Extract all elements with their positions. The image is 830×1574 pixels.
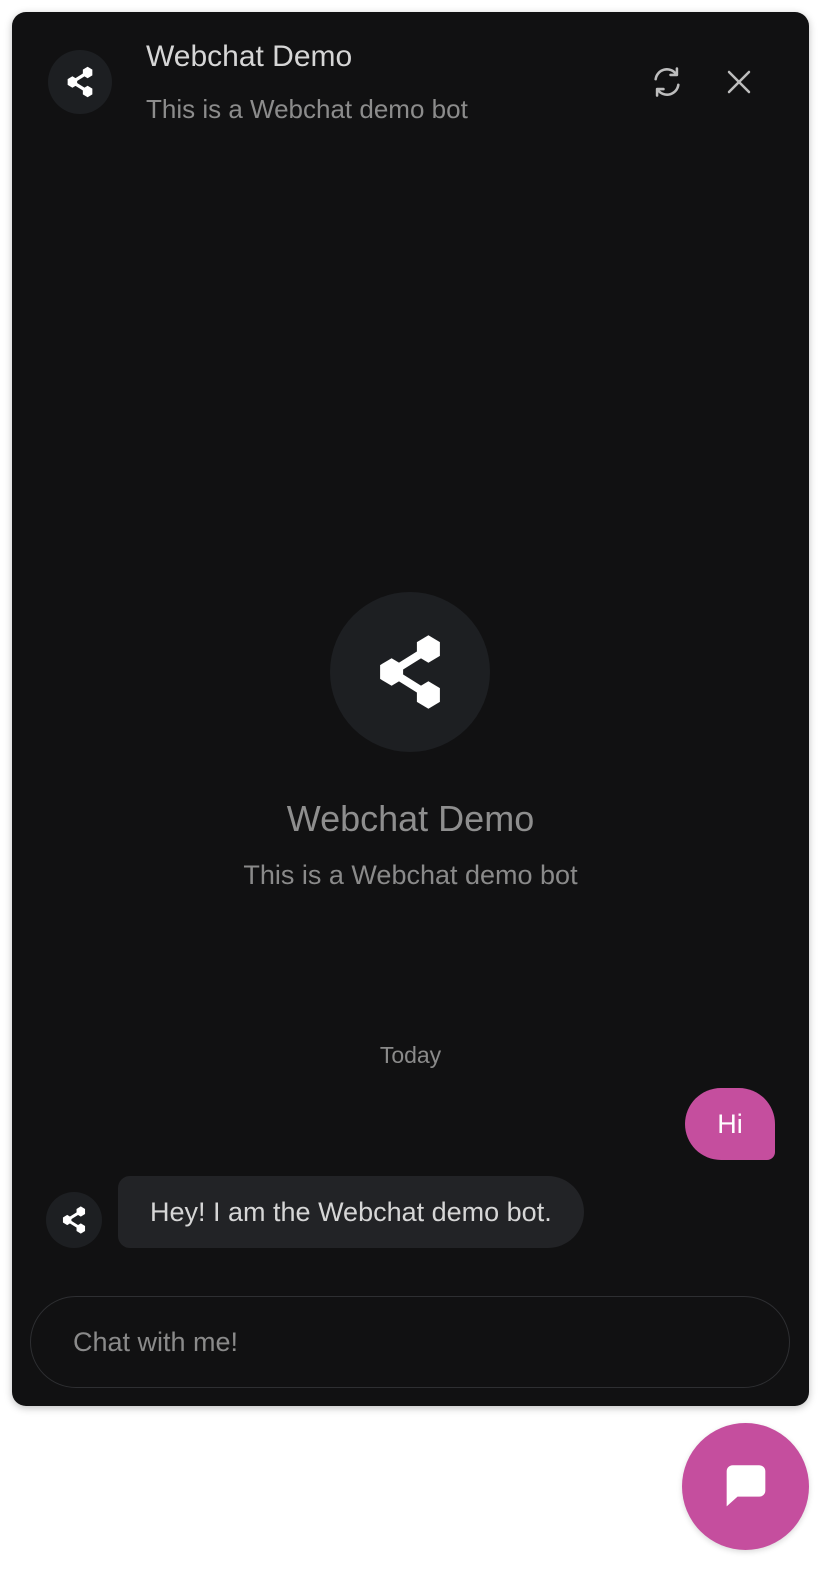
chat-header: Webchat Demo This is a Webchat demo bot <box>12 12 809 152</box>
close-icon <box>727 70 751 94</box>
share-nodes-icon <box>67 66 93 98</box>
header-title: Webchat Demo <box>146 40 353 73</box>
chat-bubble-icon <box>726 1464 765 1506</box>
chat-window: Webchat Demo This is a Webchat demo bot … <box>12 12 809 1406</box>
bot-message-bubble: Hey! I am the Webchat demo bot. <box>118 1176 584 1248</box>
chat-composer <box>30 1296 790 1388</box>
share-nodes-icon <box>380 635 440 709</box>
welcome-subtitle: This is a Webchat demo bot <box>243 860 578 890</box>
refresh-icon <box>654 67 680 97</box>
bot-avatar <box>48 50 112 114</box>
share-nodes-icon <box>62 1206 86 1234</box>
chat-input[interactable] <box>71 1325 755 1359</box>
user-message-bubble: Hi <box>685 1088 775 1160</box>
chat-launcher-button[interactable] <box>682 1423 809 1550</box>
header-subtitle: This is a Webchat demo bot <box>146 94 468 124</box>
welcome-avatar <box>330 592 490 752</box>
close-button[interactable] <box>715 58 763 106</box>
date-divider: Today <box>379 1042 442 1068</box>
welcome-title: Webchat Demo <box>286 798 535 839</box>
bot-message-avatar <box>46 1192 102 1248</box>
refresh-button[interactable] <box>643 58 691 106</box>
